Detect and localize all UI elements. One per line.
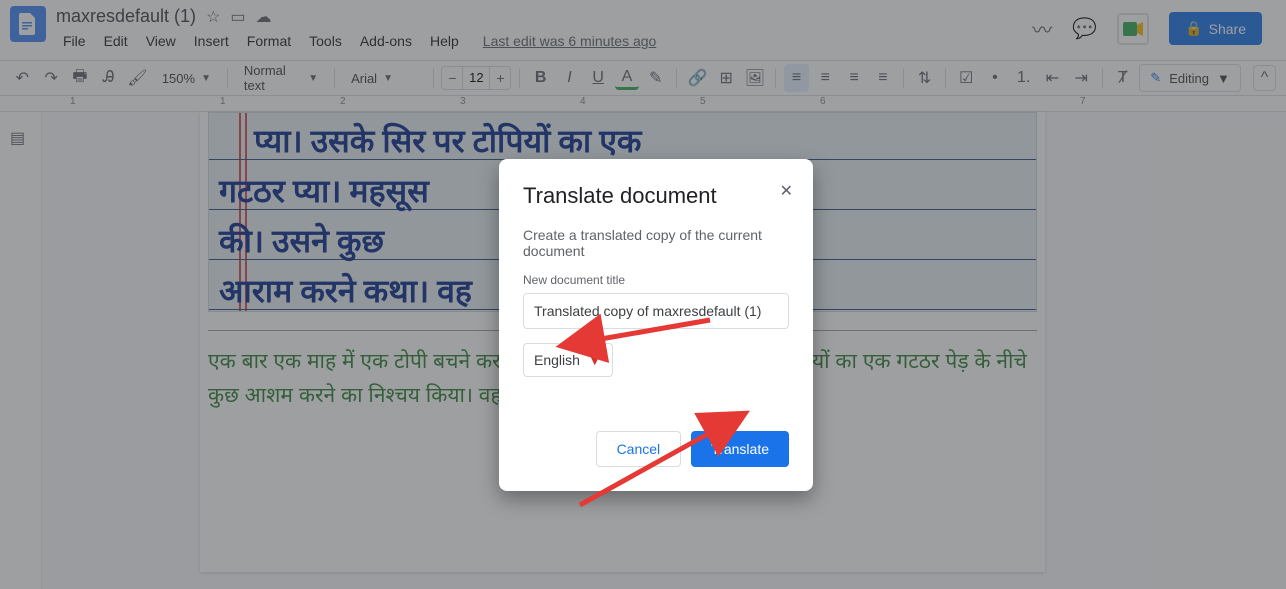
dialog-title: Translate document xyxy=(523,183,789,209)
new-title-input[interactable] xyxy=(523,293,789,329)
language-dropdown[interactable]: English ▼ xyxy=(523,343,613,377)
translate-dialog: Translate document ✕ Create a translated… xyxy=(499,159,813,491)
cancel-button[interactable]: Cancel xyxy=(596,431,682,467)
close-icon[interactable]: ✕ xyxy=(780,181,793,201)
title-field-label: New document title xyxy=(523,273,789,287)
translate-button[interactable]: Translate xyxy=(691,431,789,467)
dialog-subtitle: Create a translated copy of the current … xyxy=(523,227,789,259)
chevron-down-icon: ▼ xyxy=(588,352,602,368)
language-value: English xyxy=(534,352,580,368)
